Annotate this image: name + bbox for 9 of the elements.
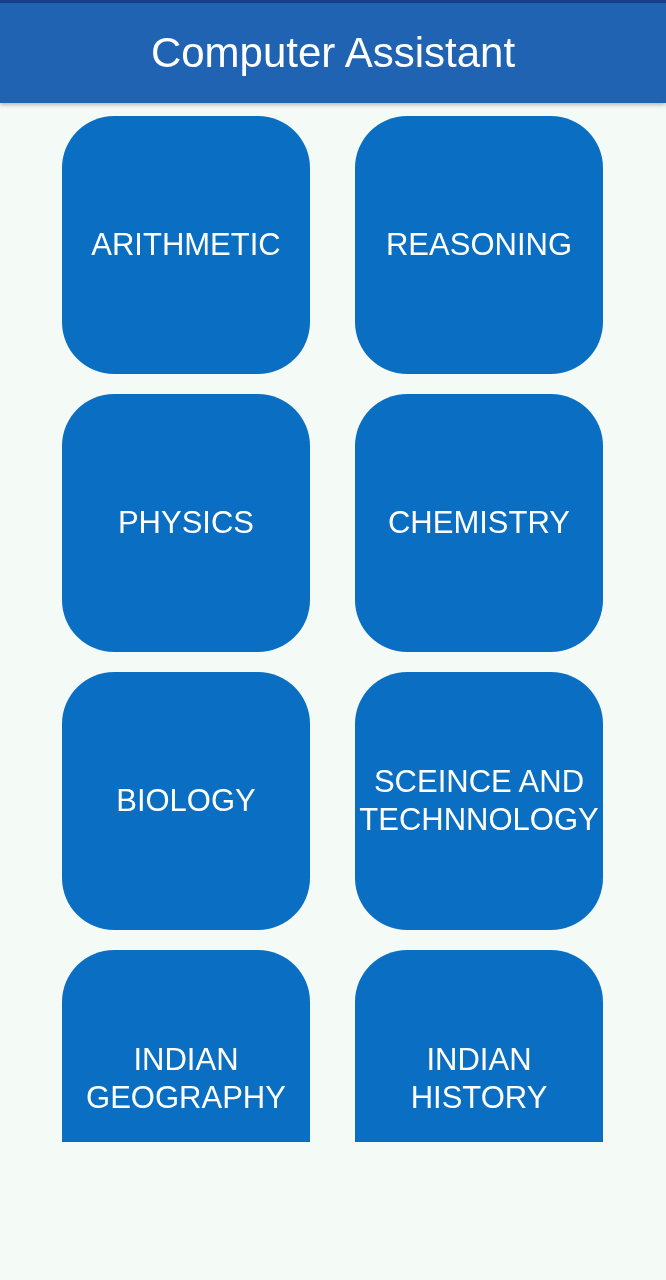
subject-tile[interactable]: INDIAN GEOGRAPHY — [62, 950, 310, 1142]
subject-tile[interactable]: ARITHMETIC — [62, 116, 310, 374]
subject-tile[interactable]: PHYSICS — [62, 394, 310, 652]
subject-tile[interactable]: REASONING — [355, 116, 603, 374]
subject-tile[interactable]: BIOLOGY — [62, 672, 310, 930]
subject-tile[interactable]: INDIAN HISTORY — [355, 950, 603, 1142]
subject-tile[interactable]: SCEINCE AND TECHNNOLOGY — [355, 672, 603, 930]
subject-tile[interactable]: CHEMISTRY — [355, 394, 603, 652]
app-title: Computer Assistant — [150, 29, 516, 77]
